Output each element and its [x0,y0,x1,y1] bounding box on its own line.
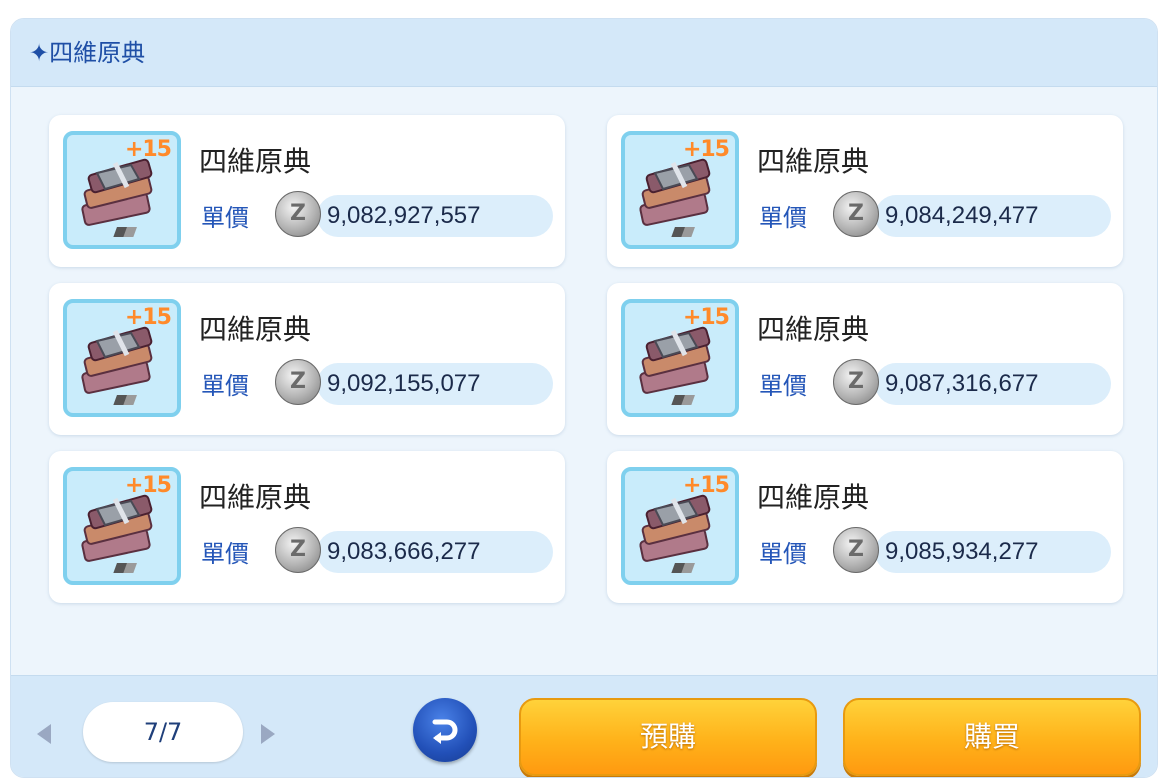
item-card[interactable]: +15 四維原典 單價 Z 9,084,249,477 [607,115,1123,267]
panel-footer: 7/7 預購 購買 [11,675,1157,777]
item-price: 9,084,249,477 [885,202,1039,229]
unit-price-label: 單價 [201,204,249,232]
zeny-coin-icon: Z [275,527,321,573]
unit-price-label: 單價 [201,540,249,568]
unit-price-label: 單價 [759,372,807,400]
item-price: 9,092,155,077 [327,370,481,397]
zeny-coin-icon: Z [275,191,321,237]
shop-panel: ✦四維原典 +15 四維原典 單價 Z 9,082,927,557 +15 四維… [10,18,1158,778]
item-name: 四維原典 [199,145,312,178]
panel-header: ✦四維原典 [11,19,1157,87]
item-name: 四維原典 [199,481,312,514]
return-icon [432,719,458,744]
item-card[interactable]: +15 四維原典 單價 Z 9,085,934,277 [607,451,1123,603]
refine-level: +15 [682,305,730,330]
unit-price-label: 單價 [759,540,807,568]
unit-price-label: 單價 [201,372,249,400]
item-name: 四維原典 [757,145,870,178]
refine-level: +15 [124,473,172,498]
item-price: 9,082,927,557 [327,202,481,229]
item-card[interactable]: +15 四維原典 單價 Z 9,083,666,277 [49,451,565,603]
item-name: 四維原典 [757,481,870,514]
zeny-coin-icon: Z [833,359,879,405]
zeny-coin-icon: Z [833,527,879,573]
item-price: 9,085,934,277 [885,538,1039,565]
item-icon-frame: +15 [621,131,739,249]
refine-level: +15 [124,305,172,330]
item-icon-frame: +15 [63,131,181,249]
item-name: 四維原典 [199,313,312,346]
buy-button[interactable]: 購買 [843,698,1141,776]
item-icon-frame: +15 [63,299,181,417]
refine-level: +15 [124,137,172,162]
refine-level: +15 [682,473,730,498]
unit-price-label: 單價 [759,204,807,232]
page-indicator: 7/7 [83,702,243,762]
item-card[interactable]: +15 四維原典 單價 Z 9,092,155,077 [49,283,565,435]
item-card[interactable]: +15 四維原典 單價 Z 9,087,316,677 [607,283,1123,435]
return-button[interactable] [413,698,477,762]
zeny-coin-icon: Z [275,359,321,405]
preorder-button[interactable]: 預購 [519,698,817,776]
refine-level: +15 [682,137,730,162]
item-price: 9,087,316,677 [885,370,1039,397]
item-price: 9,083,666,277 [327,538,481,565]
item-icon-frame: +15 [621,467,739,585]
zeny-coin-icon: Z [833,191,879,237]
panel-title: ✦四維原典 [29,39,146,67]
item-name: 四維原典 [757,313,870,346]
item-card[interactable]: +15 四維原典 單價 Z 9,082,927,557 [49,115,565,267]
next-page-icon[interactable] [261,724,275,744]
title-row: ✦四維原典 [29,31,145,75]
prev-page-icon[interactable] [37,724,51,744]
item-icon-frame: +15 [621,299,739,417]
item-icon-frame: +15 [63,467,181,585]
